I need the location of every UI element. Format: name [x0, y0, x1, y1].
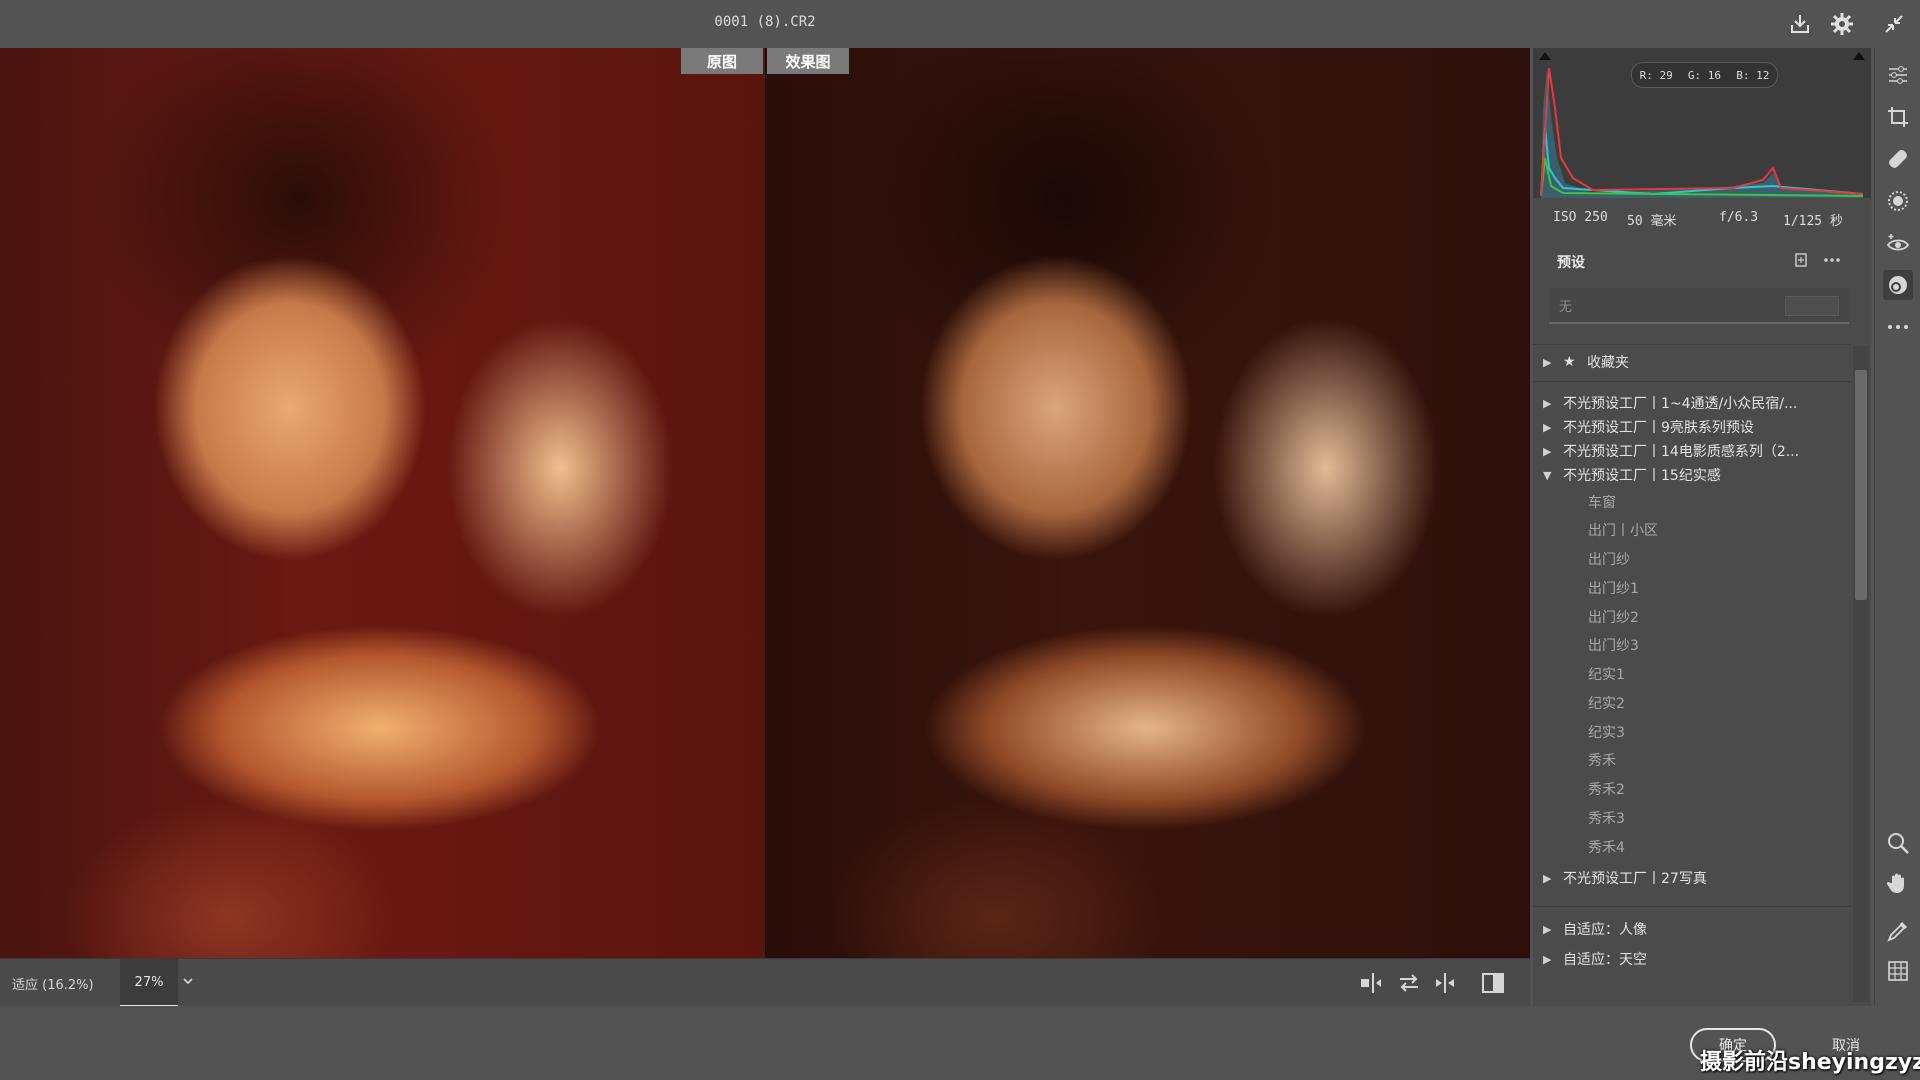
preset-search-placeholder: 无 — [1559, 300, 1573, 315]
preset-item[interactable]: 纪实2 — [1533, 691, 1851, 715]
preset-group-label: 不光预设工厂丨14电影质感系列（2... — [1563, 444, 1800, 460]
hand-tool-icon[interactable] — [1883, 868, 1913, 898]
preset-scrollbar[interactable] — [1853, 346, 1869, 1002]
more-options-icon[interactable] — [1823, 252, 1841, 272]
expand-triangle-icon: ▶ — [1543, 420, 1552, 434]
red-eye-icon[interactable] — [1883, 228, 1913, 258]
rgb-b: B: 12 — [1736, 68, 1770, 82]
preset-item[interactable]: 纪实1 — [1533, 662, 1851, 686]
zoom-fit-label[interactable]: 适应 (16.2%) — [12, 974, 94, 993]
expand-triangle-icon: ▶ — [1543, 922, 1552, 936]
preset-group[interactable]: ▶ 不光预设工厂丨9亮肤系列预设 — [1533, 415, 1851, 439]
file-title: 0001 (8).CR2 — [714, 14, 816, 30]
before-image — [0, 48, 765, 958]
preset-amount-box[interactable] — [1785, 296, 1839, 316]
preset-item[interactable]: 出门纱3 — [1533, 633, 1851, 657]
right-panel: R: 29 G: 16 B: 12 ISO 250 50 毫米 f/6.3 1/… — [1533, 48, 1871, 1006]
expand-triangle-icon: ▶ — [1543, 355, 1552, 369]
preset-group-label: 不光预设工厂丨15纪实感 — [1563, 468, 1721, 484]
preset-group-label: 不光预设工厂丨27写真 — [1563, 871, 1707, 887]
preset-item[interactable]: 出门丨小区 — [1533, 518, 1851, 542]
after-label: 效果图 — [767, 48, 849, 74]
preset-favorites[interactable]: ▶ ★ 收藏夹 — [1533, 350, 1851, 374]
grid-overlay-icon[interactable] — [1883, 956, 1913, 986]
star-icon: ★ — [1563, 354, 1576, 370]
preset-group-label: 不光预设工厂丨1~4通透/小众民宿/... — [1563, 396, 1798, 412]
save-image-icon[interactable] — [1786, 10, 1814, 38]
compare-view-icon[interactable] — [1360, 971, 1386, 995]
rgb-r: R: 29 — [1639, 68, 1673, 82]
healing-brush-icon[interactable] — [1883, 144, 1913, 174]
histogram: R: 29 G: 16 B: 12 — [1533, 48, 1871, 198]
preset-item[interactable]: 秀禾3 — [1533, 806, 1851, 830]
zoom-tool-icon[interactable] — [1883, 828, 1913, 858]
preset-group[interactable]: ▶ 不光预设工厂丨14电影质感系列（2... — [1533, 439, 1851, 463]
tool-strip — [1874, 48, 1920, 1006]
split-view-icon[interactable] — [1480, 971, 1506, 995]
crop-icon[interactable] — [1883, 102, 1913, 132]
view-bottom-bar: 适应 (16.2%) 27% — [0, 958, 1530, 1007]
preset-item[interactable]: 出门纱1 — [1533, 576, 1851, 600]
expand-triangle-icon: ▶ — [1543, 871, 1552, 885]
title-bar: 0001 (8).CR2 — [0, 0, 1920, 48]
new-preset-icon[interactable] — [1793, 252, 1809, 272]
rgb-readout: R: 29 G: 16 B: 12 — [1631, 62, 1778, 88]
expand-triangle-icon: ▶ — [1543, 444, 1552, 458]
preset-item[interactable]: 出门纱2 — [1533, 605, 1851, 629]
collapse-triangle-icon: ▼ — [1543, 468, 1552, 482]
before-label: 原图 — [681, 48, 763, 74]
mask-icon[interactable] — [1883, 186, 1913, 216]
preset-tree: ▶ ★ 收藏夹 ▶ 不光预设工厂丨1~4通透/小众民宿/... ▶ 不光预设工厂丨9… — [1533, 344, 1851, 1000]
exif-shutter: 1/125 秒 — [1783, 214, 1843, 229]
collapse-arrows-icon[interactable] — [1880, 10, 1908, 38]
preset-item[interactable]: 出门纱 — [1533, 547, 1851, 571]
more-tools-icon[interactable] — [1883, 312, 1913, 342]
preset-adaptive[interactable]: ▶ 自适应：人像 — [1533, 917, 1851, 941]
preset-item[interactable]: 纪实3 — [1533, 720, 1851, 744]
watermark: 摄影前沿sheyingzyz.com — [1700, 1050, 1920, 1075]
expand-triangle-icon: ▶ — [1543, 952, 1552, 966]
image-canvas[interactable]: 原图 效果图 — [0, 48, 1530, 958]
preset-search-field[interactable]: 无 — [1549, 288, 1849, 324]
exif-info: ISO 250 50 毫米 f/6.3 1/125 秒 — [1533, 198, 1871, 236]
exif-focal: 50 毫米 — [1627, 214, 1677, 229]
copy-settings-icon[interactable] — [1432, 971, 1458, 995]
presets-header: 预设 — [1533, 240, 1871, 280]
preset-group-label: 不光预设工厂丨9亮肤系列预设 — [1563, 420, 1754, 436]
preset-item[interactable]: 秀禾4 — [1533, 835, 1851, 859]
footer-bar: 确定 取消 摄影前沿sheyingzyz.com — [0, 1006, 1920, 1080]
preset-item[interactable]: 秀禾2 — [1533, 777, 1851, 801]
scrollbar-thumb[interactable] — [1855, 370, 1867, 600]
expand-triangle-icon: ▶ — [1543, 396, 1552, 410]
preset-group[interactable]: ▶ 不光预设工厂丨27写真 — [1533, 866, 1851, 890]
preset-item[interactable]: 秀禾 — [1533, 748, 1851, 772]
rgb-g: G: 16 — [1687, 68, 1722, 82]
preset-group[interactable]: ▼ 不光预设工厂丨15纪实感 — [1533, 463, 1851, 487]
preset-group[interactable]: ▶ 不光预设工厂丨1~4通透/小众民宿/... — [1533, 391, 1851, 415]
zoom-value[interactable]: 27% — [120, 959, 178, 1007]
exif-iso: ISO 250 — [1553, 210, 1608, 225]
compare-divider — [765, 48, 766, 958]
favorites-label: 收藏夹 — [1587, 355, 1629, 371]
zoom-dropdown-chevron-icon[interactable] — [182, 975, 194, 991]
color-sampler-icon[interactable] — [1883, 916, 1913, 946]
preset-group-label: 自适应：人像 — [1563, 922, 1647, 938]
preset-group-label: 自适应：天空 — [1563, 952, 1647, 968]
settings-gear-icon[interactable] — [1828, 10, 1856, 38]
exif-aperture: f/6.3 — [1719, 210, 1759, 225]
presets-icon[interactable] — [1883, 270, 1913, 300]
preset-item[interactable]: 车窗 — [1533, 490, 1851, 514]
after-image — [766, 48, 1530, 958]
swap-settings-icon[interactable] — [1396, 971, 1422, 995]
edit-sliders-icon[interactable] — [1883, 60, 1913, 90]
preset-adaptive[interactable]: ▶ 自适应：天空 — [1533, 947, 1851, 971]
presets-title: 预设 — [1557, 255, 1585, 271]
